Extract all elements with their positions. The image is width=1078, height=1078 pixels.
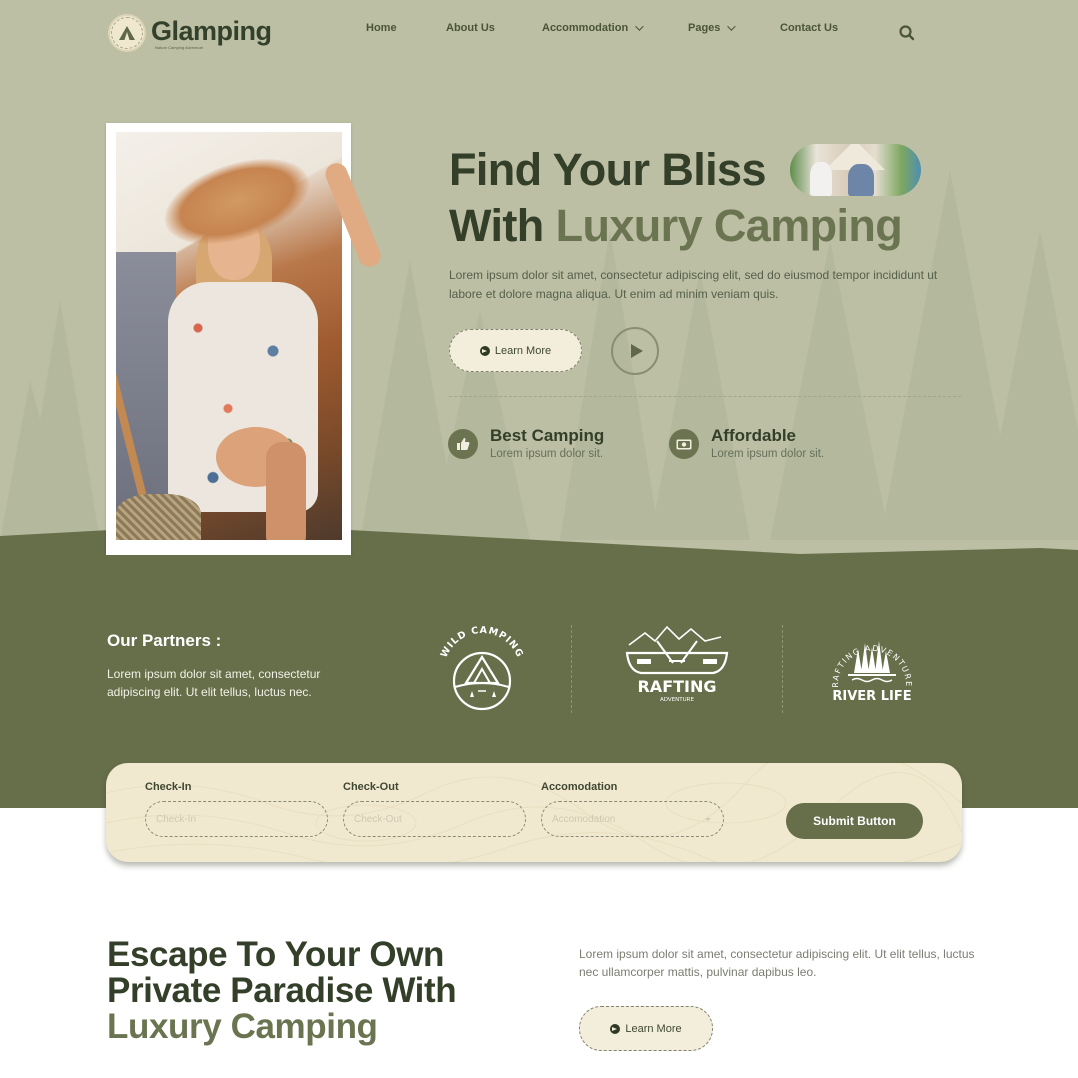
learn-more-label: Learn More <box>625 1022 682 1035</box>
thumbs-up-icon <box>448 429 478 459</box>
feature-best-camping: Best Camping Lorem ipsum dolor sit. <box>448 426 604 460</box>
partner-logo-river-life[interactable]: RAFTING ADVENTURE RIVER LIFE <box>812 623 932 713</box>
check-in-input[interactable]: Check-In <box>145 801 328 837</box>
escape-title-accent: Luxury Camping <box>107 1007 378 1046</box>
hero-title-line2-plain: With <box>449 200 556 251</box>
site-header: Glamping Nature Camping Adventure Home A… <box>0 0 1078 66</box>
nav-item-label: About Us <box>446 22 495 34</box>
accomodation-select[interactable]: Accomodation <box>541 801 724 837</box>
caret-down-icon <box>705 818 711 821</box>
hero-woman-photo <box>116 132 342 540</box>
nav-item-contact-us[interactable]: Contact Us <box>780 22 838 34</box>
partner-sub-text: ADVENTURE <box>660 697 694 703</box>
accomodation-placeholder: Accomodation <box>552 813 616 825</box>
hero-polaroid-frame <box>106 123 351 560</box>
learn-more-button[interactable]: Learn More <box>449 329 582 372</box>
feature-title: Affordable <box>711 426 796 445</box>
hero-title-line1: Find Your Bliss <box>449 144 766 195</box>
escape-description: Lorem ipsum dolor sit amet, consectetur … <box>579 947 975 979</box>
feature-description: Lorem ipsum dolor sit. <box>711 448 825 460</box>
nav-item-pages[interactable]: Pages <box>688 22 737 34</box>
learn-more-label: Learn More <box>494 344 552 357</box>
partner-divider <box>571 625 572 713</box>
nav-item-about-us[interactable]: About Us <box>446 22 495 34</box>
play-icon <box>631 344 643 358</box>
accomodation-label: Accomodation <box>541 781 618 793</box>
submit-button[interactable]: Submit Button <box>786 803 923 839</box>
escape-title-line1: Escape To Your Own <box>107 935 445 974</box>
feature-title: Best Camping <box>490 426 605 445</box>
hero-section: Glamping Nature Camping Adventure Home A… <box>0 0 1078 560</box>
logo-name: Glamping <box>151 15 272 46</box>
partner-logo-wild-camping[interactable]: WILD CAMPING <box>422 623 542 713</box>
hero-description: Lorem ipsum dolor sit amet, consectetur … <box>449 268 938 301</box>
money-icon <box>669 429 699 459</box>
partner-arc-text: WILD CAMPING <box>439 625 525 660</box>
check-out-placeholder: Check-Out <box>354 813 402 825</box>
partner-divider <box>782 625 783 713</box>
hero-divider <box>449 396 961 397</box>
check-out-input[interactable]: Check-Out <box>343 801 526 837</box>
arrow-right-circle-icon <box>610 1023 621 1034</box>
svg-text:WILD CAMPING: WILD CAMPING <box>439 625 526 660</box>
glamping-couple-photo <box>790 144 921 196</box>
rafting-adventure-logo-icon: RAFTING ADVENTURE <box>625 625 729 703</box>
nav-item-label: Pages <box>688 22 721 34</box>
nav-item-home[interactable]: Home <box>366 22 397 34</box>
logo-tagline: Nature Camping Adventure <box>155 44 204 50</box>
partner-logo-rafting-adventure[interactable]: RAFTING ADVENTURE <box>617 623 737 713</box>
nav-item-label: Contact Us <box>780 22 839 34</box>
nav-item-label: Accommodation <box>542 22 629 34</box>
chevron-down-icon <box>635 22 644 31</box>
chevron-down-icon <box>727 22 737 31</box>
feature-description: Lorem ipsum dolor sit. <box>490 448 604 460</box>
play-video-button[interactable] <box>611 327 659 375</box>
logo-badge-icon <box>108 14 146 52</box>
photo-arm-overflow <box>322 159 388 280</box>
check-in-placeholder: Check-In <box>156 813 197 825</box>
nav-item-label: Home <box>366 22 397 34</box>
arrow-right-circle-icon <box>479 345 490 356</box>
partner-main-text: RAFTING <box>637 677 716 696</box>
escape-learn-more-button[interactable]: Learn More <box>579 1006 713 1051</box>
feature-affordable: Affordable Lorem ipsum dolor sit. <box>669 426 824 460</box>
search-button[interactable] <box>898 24 916 42</box>
partners-description: Lorem ipsum dolor sit amet, consectetur … <box>107 667 321 699</box>
river-life-logo-icon: RAFTING ADVENTURE RIVER LIFE <box>831 641 912 704</box>
hero-title-accent: Luxury Camping <box>555 200 903 251</box>
check-out-label: Check-Out <box>343 781 399 793</box>
logo[interactable]: Glamping Nature Camping Adventure <box>108 14 272 52</box>
escape-title-line2: Private Paradise With <box>107 971 457 1010</box>
partner-main-text: RIVER LIFE <box>832 689 911 704</box>
escape-title: Escape To Your Own Private Paradise With… <box>107 935 457 1046</box>
nav-item-accommodation[interactable]: Accommodation <box>542 22 644 34</box>
search-icon <box>899 25 915 41</box>
wild-camping-logo-icon: WILD CAMPING <box>439 625 526 711</box>
partners-title: Our Partners : <box>107 631 222 650</box>
booking-form: Check-In Check-In Check-Out Check-Out Ac… <box>106 763 962 862</box>
check-in-label: Check-In <box>145 781 192 793</box>
